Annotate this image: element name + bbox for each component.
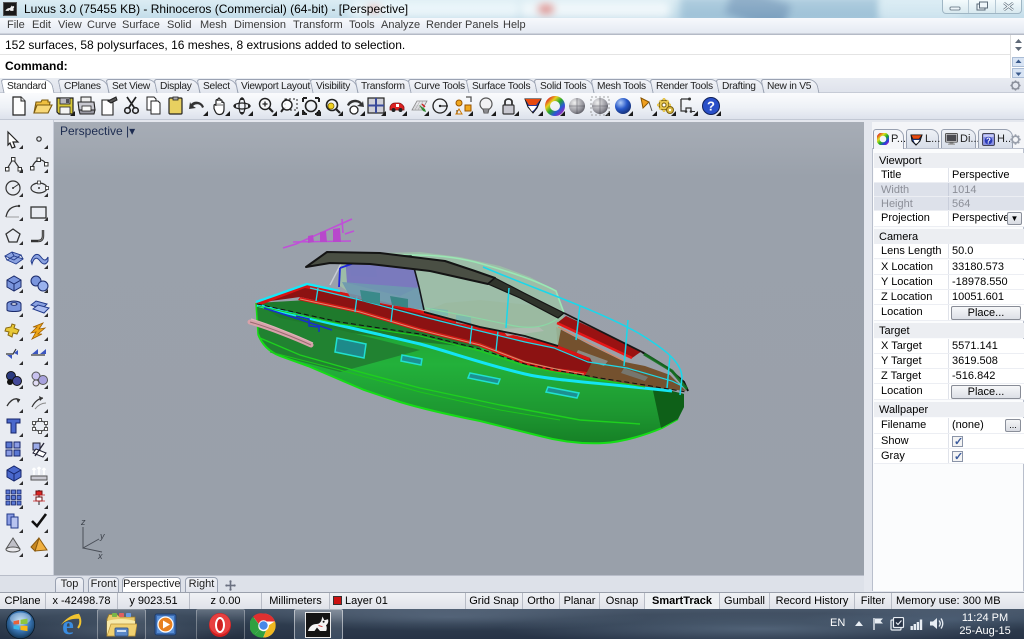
svg-text:z: z	[80, 517, 86, 527]
svg-text:?: ?	[707, 99, 715, 114]
svg-text:x: x	[97, 551, 103, 561]
svg-text:y: y	[99, 531, 105, 541]
svg-text:e: e	[62, 611, 74, 639]
svg-text:?: ?	[986, 136, 991, 145]
